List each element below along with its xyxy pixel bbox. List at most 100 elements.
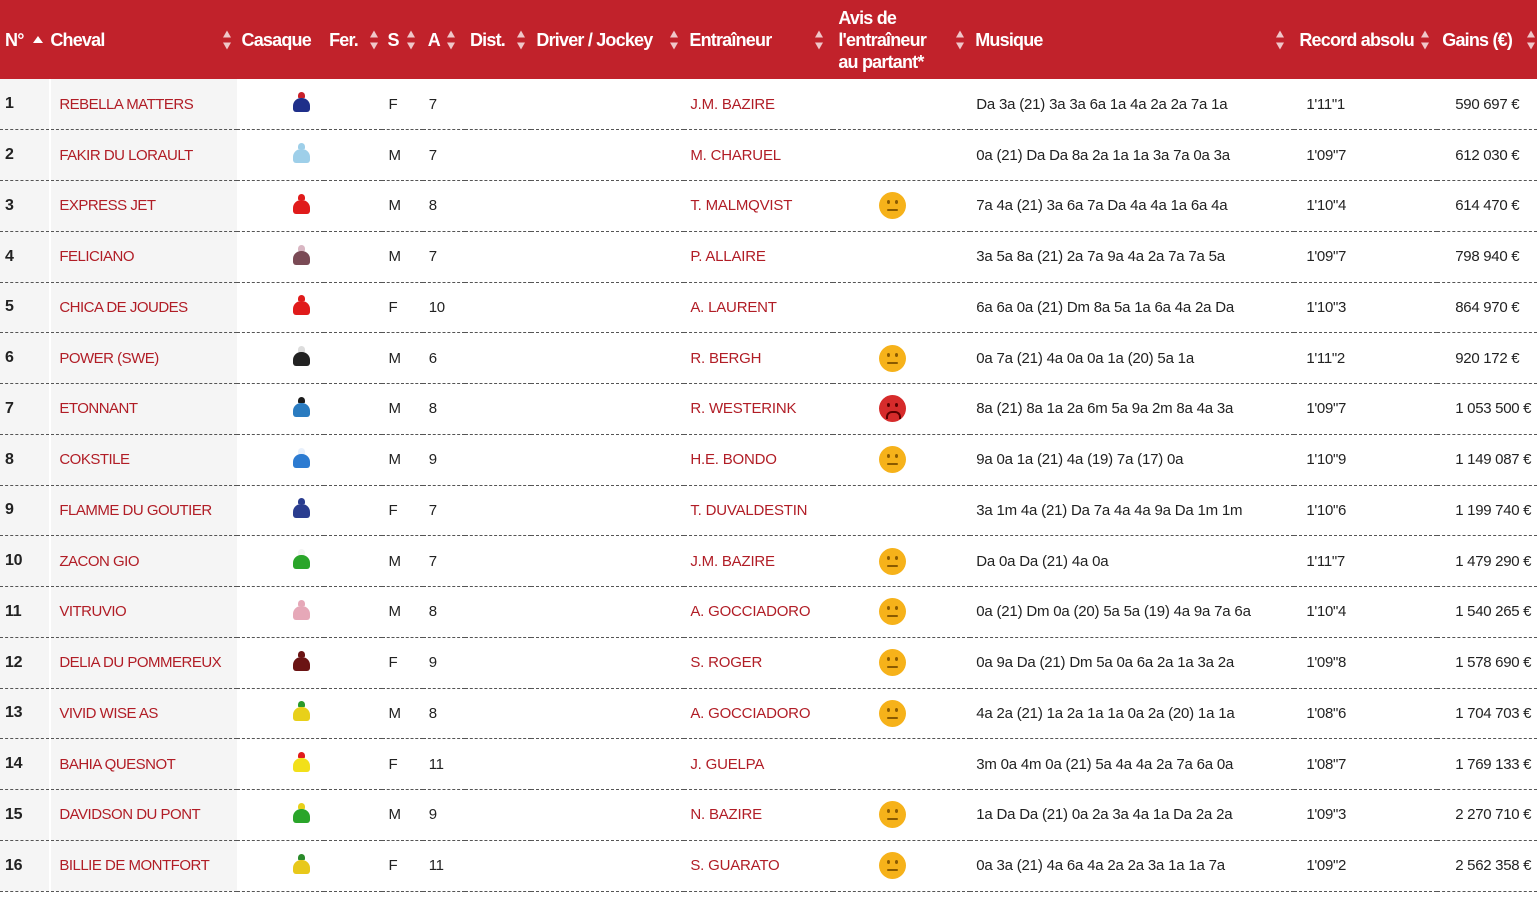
trainer-name-link[interactable]: T. DUVALDESTIN <box>684 485 834 537</box>
driver-cell <box>531 129 685 181</box>
trainer-name-link[interactable]: R. WESTERINK <box>684 383 834 435</box>
col-musique-header[interactable]: Musique <box>970 0 1294 79</box>
col-entraineur-header[interactable]: Entraîneur <box>684 0 833 79</box>
avis-cell <box>833 383 971 435</box>
sort-icon[interactable] <box>446 30 455 49</box>
jockey-silk-icon <box>292 92 311 113</box>
trainer-name-link[interactable]: J.M. BAZIRE <box>684 79 834 131</box>
horse-name-link[interactable]: ZACON GIO <box>50 535 237 587</box>
table-row[interactable]: 10 ZACON GIO M 7 J.M. BAZIRE Da 0a Da (21) 4a… <box>0 535 1537 587</box>
col-record-header[interactable]: Record absolu <box>1294 0 1437 79</box>
musique-cell: 0a (21) Da Da 8a 2a 1a 1a 3a 7a 0a 3a <box>970 129 1295 181</box>
sort-icon[interactable] <box>406 30 415 49</box>
sort-icon[interactable] <box>1527 30 1535 49</box>
table-row[interactable]: 15 DAVIDSON DU PONT M 9 N. BAZIRE 1a Da Da (2… <box>0 789 1537 841</box>
horse-name-link[interactable]: CHICA DE JOUDES <box>50 282 237 334</box>
record-cell: 1'10"4 <box>1294 180 1438 232</box>
trainer-name-link[interactable]: A. GOCCIADORO <box>684 688 834 740</box>
table-row[interactable]: 8 COKSTILE M 9 H.E. BONDO 9a 0a 1a (21) 4a (1… <box>0 434 1537 486</box>
horse-name-link[interactable]: VIVID WISE AS <box>50 688 237 740</box>
horse-name-link[interactable]: BILLIE DE MONTFORT <box>50 840 237 892</box>
sort-icon[interactable] <box>815 30 824 49</box>
horse-name-link[interactable]: POWER (SWE) <box>50 332 237 384</box>
col-entraineur-label: Entraîneur <box>689 29 772 50</box>
col-sexe-header[interactable]: S <box>382 0 422 79</box>
table-row[interactable]: 1 REBELLA MATTERS F 7 J.M. BAZIRE Da 3a (21) … <box>0 79 1537 131</box>
table-row[interactable]: 11 VITRUVIO M 8 A. GOCCIADORO 0a (21) Dm 0a (… <box>0 586 1537 638</box>
sort-icon[interactable] <box>517 30 526 49</box>
table-row[interactable]: 9 FLAMME DU GOUTIER F 7 T. DUVALDESTIN 3a 1m … <box>0 485 1537 537</box>
age-cell: 6 <box>422 332 465 384</box>
horse-name-link[interactable]: VITRUVIO <box>50 586 237 638</box>
col-fer-header[interactable]: Fer. <box>324 0 382 79</box>
col-dist-header[interactable]: Dist. <box>465 0 531 79</box>
record-cell: 1'09"8 <box>1294 637 1438 689</box>
col-gains-label: Gains (€) <box>1442 29 1513 50</box>
gains-cell: 920 172 € <box>1437 332 1537 384</box>
col-avis-header[interactable]: Avis de l'entraîneur au partant* <box>833 0 970 79</box>
musique-cell: 1a Da Da (21) 0a 2a 3a 4a 1a Da 2a 2a <box>970 789 1295 841</box>
horse-name-link[interactable]: COKSTILE <box>50 434 237 486</box>
horse-name-link[interactable]: FLAMME DU GOUTIER <box>50 485 237 537</box>
table-row[interactable]: 5 CHICA DE JOUDES F 10 A. LAURENT 6a 6a 0a (2… <box>0 282 1537 334</box>
gains-cell: 2 270 710 € <box>1437 789 1537 841</box>
horse-name-link[interactable]: FELICIANO <box>50 231 237 283</box>
jockey-silk-icon <box>292 193 311 214</box>
driver-cell <box>531 434 685 486</box>
horse-name-link[interactable]: ETONNANT <box>50 383 237 435</box>
col-cheval-header[interactable]: Cheval <box>50 0 236 79</box>
driver-cell <box>531 637 685 689</box>
table-row[interactable]: 3 EXPRESS JET M 8 T. MALMQVIST 7a 4a (21) 3a … <box>0 180 1537 232</box>
horse-name-link[interactable]: FAKIR DU LORAULT <box>50 129 237 181</box>
age-cell: 11 <box>422 738 465 790</box>
col-musique-label: Musique <box>975 29 1043 50</box>
trainer-name-link[interactable]: T. MALMQVIST <box>684 180 834 232</box>
trainer-name-link[interactable]: J.M. BAZIRE <box>684 535 834 587</box>
age-cell: 9 <box>422 637 465 689</box>
table-row[interactable]: 7 ETONNANT M 8 R. WESTERINK 8a (21) 8a 1a 2a … <box>0 383 1537 435</box>
sort-icon[interactable] <box>1421 30 1430 49</box>
row-number: 14 <box>0 738 52 790</box>
trainer-name-link[interactable]: S. ROGER <box>684 637 834 689</box>
sort-icon[interactable] <box>670 30 679 49</box>
horse-name-link[interactable]: EXPRESS JET <box>50 180 237 232</box>
sort-icon[interactable] <box>222 30 231 49</box>
sort-icon[interactable] <box>1276 30 1285 49</box>
col-gains-header[interactable]: Gains (€) <box>1437 0 1537 79</box>
table-row[interactable]: 13 VIVID WISE AS M 8 A. GOCCIADORO 4a 2a (21)… <box>0 688 1537 740</box>
age-cell: 7 <box>422 535 465 587</box>
horse-name-link[interactable]: BAHIA QUESNOT <box>50 738 237 790</box>
record-cell: 1'09"7 <box>1294 231 1438 283</box>
table-row[interactable]: 12 DELIA DU POMMEREUX F 9 S. ROGER 0a 9a Da (… <box>0 637 1537 689</box>
sexe-cell: M <box>382 383 423 435</box>
trainer-name-link[interactable]: R. BERGH <box>684 332 834 384</box>
trainer-name-link[interactable]: A. LAURENT <box>684 282 834 334</box>
col-driver-header[interactable]: Driver / Jockey <box>531 0 684 79</box>
sort-ascending-icon[interactable] <box>32 35 43 43</box>
col-num-header[interactable]: N° <box>0 0 50 79</box>
horse-name-link[interactable]: DELIA DU POMMEREUX <box>50 637 237 689</box>
horse-name-link[interactable]: REBELLA MATTERS <box>50 79 237 131</box>
fer-cell <box>324 79 383 131</box>
horse-name-link[interactable]: DAVIDSON DU PONT <box>50 789 237 841</box>
sexe-cell: F <box>382 840 423 892</box>
trainer-name-link[interactable]: M. CHARUEL <box>684 129 834 181</box>
casaque-cell <box>236 79 325 131</box>
trainer-name-link[interactable]: P. ALLAIRE <box>684 231 834 283</box>
dist-cell <box>464 129 532 181</box>
trainer-name-link[interactable]: A. GOCCIADORO <box>684 586 834 638</box>
sort-icon[interactable] <box>956 30 965 49</box>
trainer-name-link[interactable]: S. GUARATO <box>684 840 834 892</box>
age-cell: 8 <box>422 383 465 435</box>
trainer-name-link[interactable]: H.E. BONDO <box>684 434 834 486</box>
sort-icon[interactable] <box>370 30 379 49</box>
table-row[interactable]: 2 FAKIR DU LORAULT M 7 M. CHARUEL 0a (21) Da … <box>0 129 1537 181</box>
col-age-header[interactable]: A <box>423 0 465 79</box>
table-row[interactable]: 6 POWER (SWE) M 6 R. BERGH 0a 7a (21) 4a 0a 0… <box>0 332 1537 384</box>
trainer-name-link[interactable]: J. GUELPA <box>684 738 834 790</box>
table-row[interactable]: 16 BILLIE DE MONTFORT F 11 S. GUARATO 0a 3a (… <box>0 840 1537 892</box>
avis-cell <box>833 79 971 131</box>
table-row[interactable]: 4 FELICIANO M 7 P. ALLAIRE 3a 5a 8a (21) 2a 7… <box>0 231 1537 283</box>
trainer-name-link[interactable]: N. BAZIRE <box>684 789 834 841</box>
table-row[interactable]: 14 BAHIA QUESNOT F 11 J. GUELPA 3m 0a 4m 0a (… <box>0 738 1537 790</box>
